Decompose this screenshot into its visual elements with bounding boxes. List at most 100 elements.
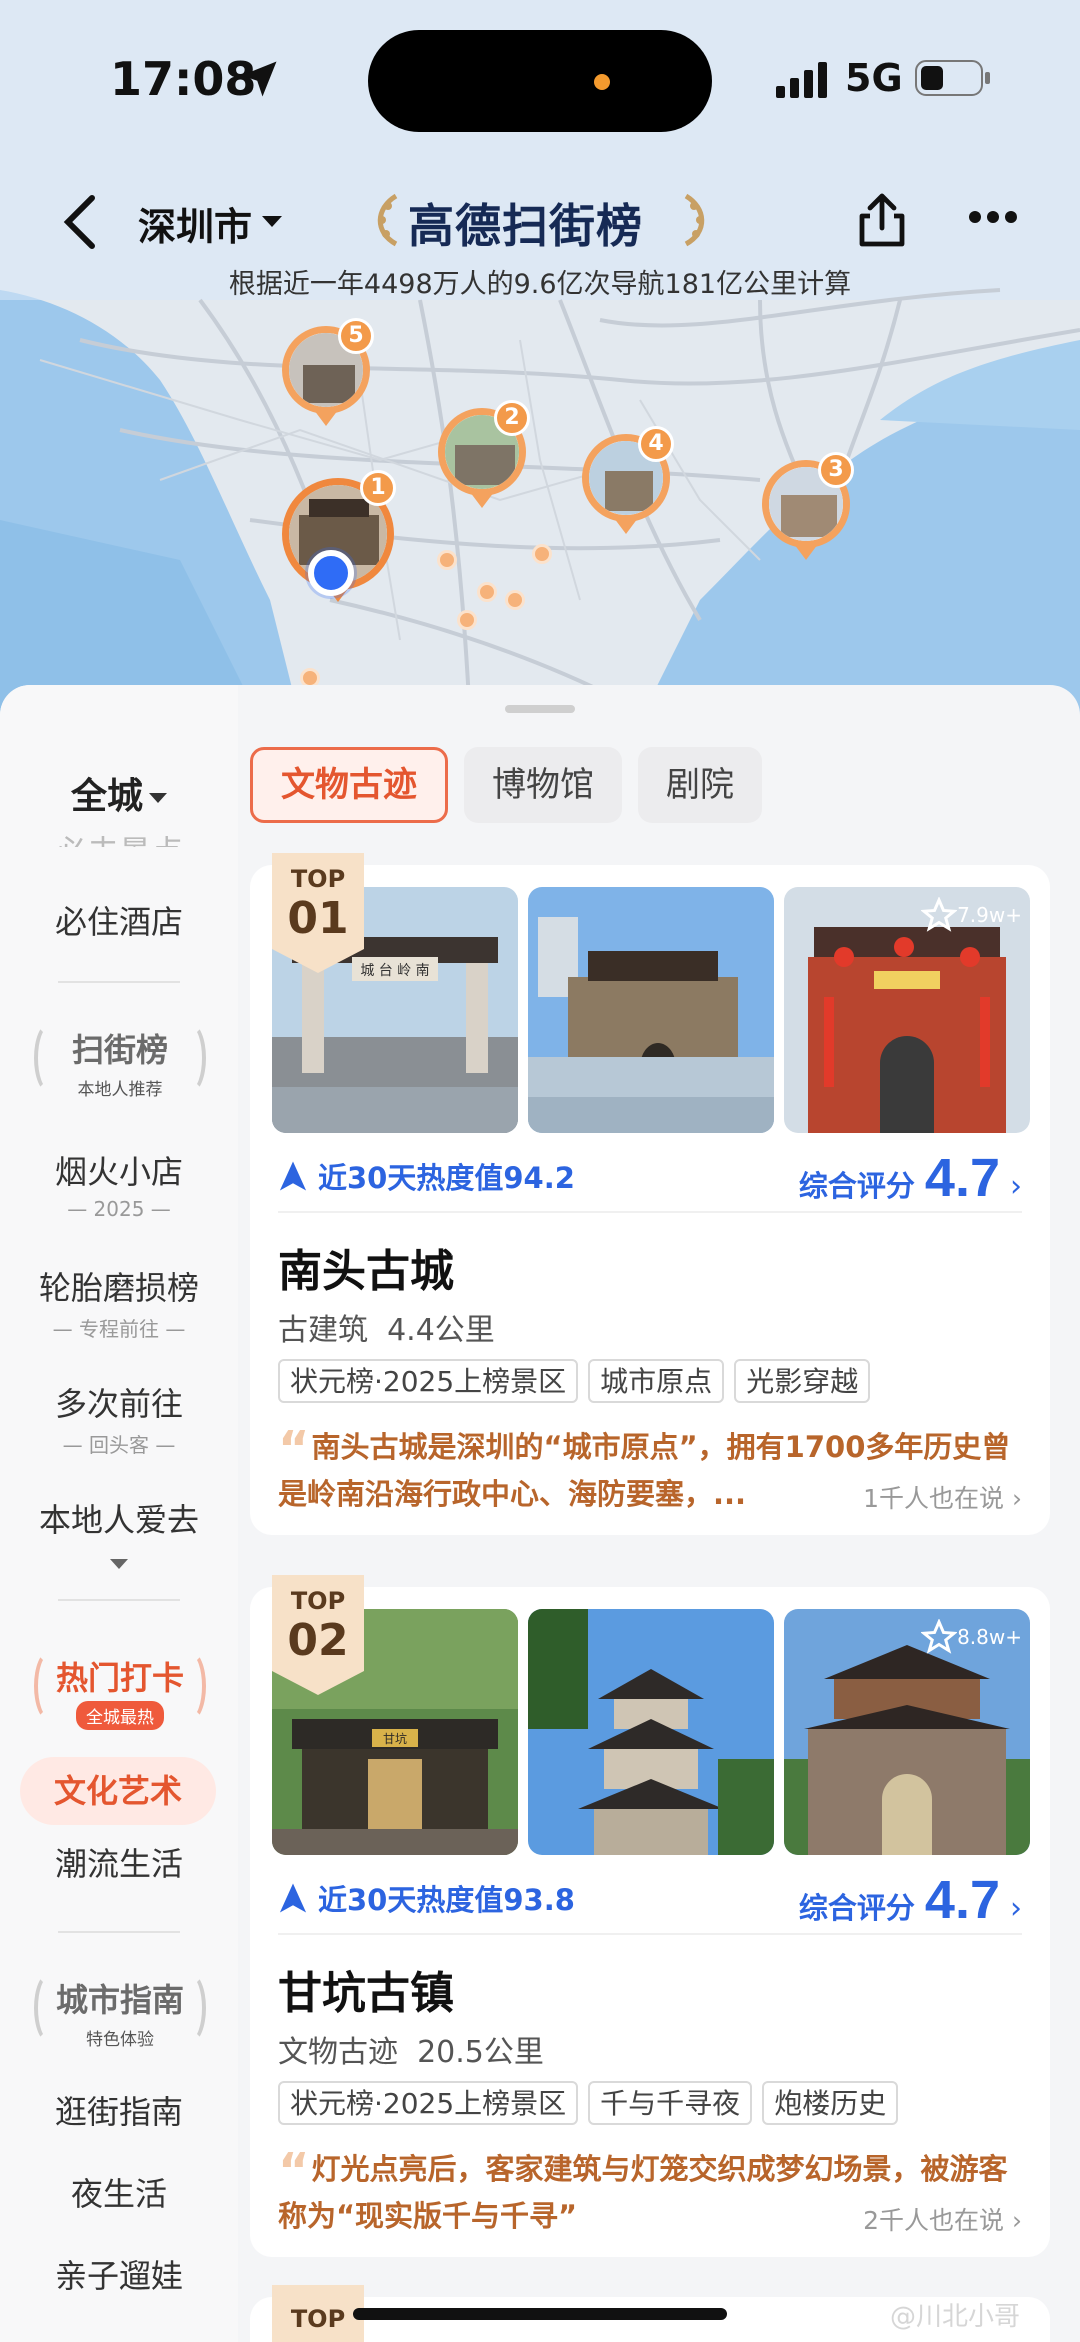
share-icon[interactable] <box>852 190 912 250</box>
place-meta: 古建筑 4.4公里 <box>278 1313 495 1348</box>
battery-icon <box>915 60 990 96</box>
map-dot[interactable] <box>505 590 525 610</box>
chevron-down-icon[interactable] <box>110 1559 128 1569</box>
map-dot[interactable] <box>457 610 477 630</box>
navigation-arrow-icon <box>279 1883 307 1913</box>
chevron-right-icon: › <box>1010 1169 1022 1204</box>
back-icon[interactable] <box>60 194 100 250</box>
sidebar-item-hotels[interactable]: 必住酒店 <box>0 897 238 943</box>
favorite-count[interactable]: 8.8w+ <box>921 1619 1022 1655</box>
svg-text:城 台 岭 南: 城 台 岭 南 <box>360 963 429 979</box>
home-indicator[interactable] <box>353 2308 727 2320</box>
heat-value: 近30天热度值93.8 <box>278 1877 575 1919</box>
laurel-icon <box>176 1651 206 1721</box>
divider <box>58 981 180 983</box>
data-source-note: 根据近一年4498万人的9.6亿次导航181亿公里计算 <box>228 269 852 300</box>
signal-icon <box>776 62 827 98</box>
sidebar-item-locals[interactable]: 本地人爱去 <box>0 1495 238 1541</box>
chevron-right-icon: › <box>1010 1891 1022 1926</box>
card-photo[interactable] <box>528 1609 774 1855</box>
status-bar: 17:08 5G <box>0 0 1080 150</box>
laurel-icon <box>176 1023 206 1093</box>
tab-museum[interactable]: 博物馆 <box>464 747 622 823</box>
sidebar-item-culture[interactable]: 文化艺术 <box>20 1757 216 1825</box>
ranking-card-1[interactable]: 城 台 岭 南 7.9w+ TOP 01 近30天热度值94.2 综合评分 4.… <box>250 853 1050 1535</box>
overall-score[interactable]: 综合评分 4.7 › <box>799 1869 1022 1931</box>
divider <box>58 1931 180 1933</box>
map-dot[interactable] <box>532 544 552 564</box>
laurel-icon <box>34 1023 64 1093</box>
rank-badge: TOP <box>272 2285 364 2342</box>
section-badge-saojie: 扫街榜 本地人推荐 <box>28 1017 212 1109</box>
sidebar-item-yanhuo[interactable]: 烟火小店 <box>0 1147 238 1193</box>
tag[interactable]: 状元榜·2025上榜景区 <box>278 1359 579 1403</box>
star-icon <box>921 1619 958 1654</box>
tab-theater[interactable]: 剧院 <box>638 747 762 823</box>
network-type: 5G <box>845 56 903 100</box>
divider <box>278 1933 1022 1935</box>
card-photo[interactable] <box>528 887 774 1133</box>
tag[interactable]: 城市原点 <box>588 1359 725 1403</box>
map-dot[interactable] <box>437 550 457 570</box>
overall-score[interactable]: 综合评分 4.7 › <box>799 1147 1022 1209</box>
quote-icon: “ <box>278 1421 310 1477</box>
city-selector[interactable]: 深圳市 <box>138 196 252 251</box>
place-name[interactable]: 南头古城 <box>278 1235 454 1299</box>
card-photo[interactable]: 8.8w+ <box>784 1609 1030 1855</box>
dynamic-island <box>368 30 712 132</box>
current-location-marker <box>308 550 354 596</box>
tag[interactable]: 状元榜·2025上榜景区 <box>278 2081 579 2125</box>
sidebar-item-tire[interactable]: 轮胎磨损榜 <box>0 1263 238 1309</box>
divider <box>58 1599 180 1601</box>
sheet-drag-handle[interactable] <box>505 705 575 713</box>
laurel-icon <box>176 1973 206 2043</box>
map-dot[interactable] <box>477 582 497 602</box>
sidebar-item-family[interactable]: 亲子遛娃 <box>0 2251 238 2297</box>
rank-badge: TOP 02 <box>272 1575 364 1695</box>
scope-selector[interactable]: 全城 <box>0 767 238 819</box>
map-area[interactable]: 17:08 5G 深圳市 高德扫街榜 根据近一年4498万人的9.6亿次导航18… <box>0 0 1080 720</box>
star-icon <box>921 897 958 932</box>
chevron-down-icon <box>149 793 167 803</box>
laurel-icon <box>34 1973 64 2043</box>
sidebar-item-sub: — 2025 — <box>67 1197 171 1221</box>
clock: 17:08 <box>110 52 257 106</box>
tag[interactable]: 千与千寻夜 <box>588 2081 753 2125</box>
sidebar-item-shopping[interactable]: 逛街指南 <box>0 2087 238 2133</box>
navigation-arrow-icon <box>279 1161 307 1191</box>
sidebar-item-repeat[interactable]: 多次前往 <box>0 1379 238 1425</box>
watermark: @川北小哥 <box>890 2302 1021 2332</box>
tag[interactable]: 光影穿越 <box>734 1359 871 1403</box>
top-nav: 深圳市 高德扫街榜 <box>0 180 1080 260</box>
discussion-count[interactable]: 1千人也在说 › <box>863 1479 1022 1515</box>
sidebar-item-partial[interactable]: 必去景点 <box>0 827 238 847</box>
place-meta: 文物古迹 20.5公里 <box>278 2035 544 2070</box>
ranking-card-2[interactable]: 甘坑 8.8w+ TOP 02 近30天热度值93.8 综合评分 4.7 › 甘… <box>250 1575 1050 2257</box>
location-arrow-icon <box>241 61 277 97</box>
bottom-sheet: 全城 必去景点 必住酒店 扫街榜 本地人推荐 烟火小店 — 2025 — 轮胎磨… <box>0 685 1080 2342</box>
card-photo[interactable]: 7.9w+ <box>784 887 1030 1133</box>
sidebar-item-sub: — 专程前往 — <box>52 1317 186 1341</box>
category-sidebar: 全城 必去景点 必住酒店 扫街榜 本地人推荐 烟火小店 — 2025 — 轮胎磨… <box>0 685 238 2342</box>
brand-title: 高德扫街榜 <box>408 199 643 253</box>
heat-value: 近30天热度值94.2 <box>278 1155 575 1197</box>
place-name[interactable]: 甘坑古镇 <box>278 1957 454 2021</box>
tab-relics[interactable]: 文物古迹 <box>250 747 448 823</box>
favorite-count[interactable]: 7.9w+ <box>921 897 1022 933</box>
tag-list: 状元榜·2025上榜景区 城市原点 光影穿越 <box>278 1359 871 1403</box>
sidebar-item-nightlife[interactable]: 夜生活 <box>0 2169 238 2215</box>
svg-text:甘坑: 甘坑 <box>383 1731 407 1746</box>
more-icon[interactable] <box>968 210 1018 224</box>
sidebar-item-sub: — 回头客 — <box>62 1433 176 1457</box>
laurel-icon <box>34 1651 64 1721</box>
divider <box>278 1211 1022 1213</box>
section-badge-hot: 热门打卡 全城最热 <box>28 1645 212 1737</box>
sidebar-item-trend[interactable]: 潮流生活 <box>0 1839 238 1885</box>
scope-label: 全城 <box>70 776 143 817</box>
chevron-down-icon[interactable] <box>262 216 282 227</box>
discussion-count[interactable]: 2千人也在说 › <box>863 2201 1022 2237</box>
tag[interactable]: 炮楼历史 <box>762 2081 899 2125</box>
section-badge-guide: 城市指南 特色体验 <box>28 1967 212 2059</box>
quote-icon: “ <box>278 2143 310 2199</box>
brand-logo: 高德扫街榜 <box>366 188 716 253</box>
